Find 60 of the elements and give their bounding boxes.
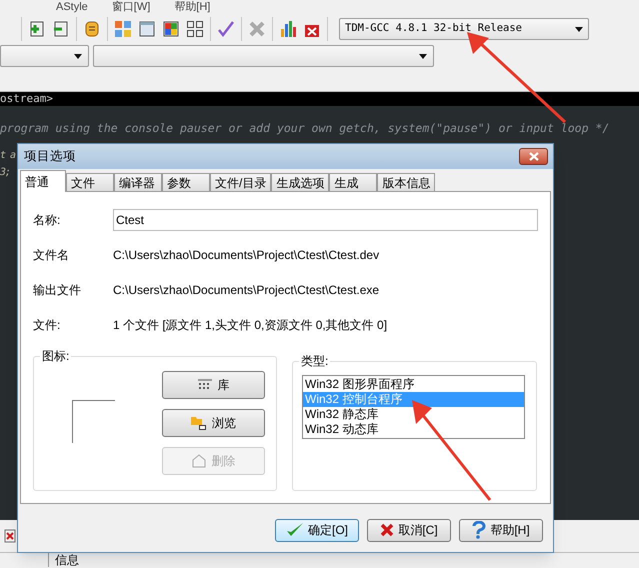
- remove-file-icon[interactable]: [52, 20, 70, 38]
- dialog-tab[interactable]: 版本信息: [377, 173, 436, 192]
- house-icon: [192, 454, 206, 468]
- dialog-tab[interactable]: 生成选项: [271, 173, 330, 192]
- field-label: 文件名: [33, 246, 70, 264]
- field-value: 1 个文件 [源文件 1,头文件 0,资源文件 0,其他文件 0]: [113, 316, 388, 334]
- cancel-button[interactable]: 取消[C]: [367, 518, 451, 542]
- window-icon[interactable]: [138, 20, 156, 38]
- caret-icon: [575, 26, 583, 32]
- group-title: 类型:: [299, 354, 330, 368]
- checkmark-icon[interactable]: [217, 20, 235, 38]
- grid-icon: [198, 379, 212, 391]
- tiles-icon[interactable]: [114, 20, 132, 38]
- menu-item[interactable]: 窗口[W]: [112, 0, 150, 14]
- dialog-tab[interactable]: 文件: [66, 173, 114, 192]
- field-label: 输出文件: [33, 282, 82, 298]
- dropdown[interactable]: [0, 45, 89, 67]
- bar-chart-icon[interactable]: [279, 20, 297, 38]
- question-mark-icon: [472, 521, 486, 539]
- dropdown[interactable]: [93, 45, 434, 67]
- field-label: 名称:: [33, 212, 62, 228]
- library-button[interactable]: 库: [162, 371, 265, 399]
- scroll-icon[interactable]: [83, 20, 101, 38]
- code-line: 3;: [0, 166, 10, 179]
- menu-item[interactable]: 帮助[H]: [174, 0, 210, 14]
- icon-preview: [72, 400, 115, 443]
- error-icon[interactable]: [4, 529, 16, 543]
- menu-item[interactable]: AStyle: [56, 0, 88, 14]
- ok-button[interactable]: 确定[O]: [275, 518, 359, 542]
- close-button[interactable]: [519, 148, 548, 165]
- caret-icon: [74, 54, 82, 58]
- field-value: C:\Users\zhao\Documents\Project\Ctest\Ctest.exe: [113, 282, 380, 298]
- dialog-tab[interactable]: 生成: [329, 173, 378, 192]
- code-line: t a: [0, 149, 16, 162]
- file-tab[interactable]: ostream>: [0, 92, 53, 106]
- checkmark-icon: [286, 522, 304, 538]
- help-button[interactable]: 帮助[H]: [459, 518, 543, 542]
- list-item[interactable]: Win32 静态库: [303, 407, 524, 422]
- dialog-tab[interactable]: 编译器: [114, 173, 162, 192]
- compiler-dropdown[interactable]: TDM-GCC 4.8.1 32-bit Release: [339, 18, 589, 40]
- close-icon: [380, 523, 394, 537]
- caret-icon: [419, 54, 427, 58]
- browse-button[interactable]: 浏览: [162, 409, 265, 437]
- field-value: C:\Users\zhao\Documents\Project\Ctest\Ctest.dev: [113, 246, 380, 264]
- dialog-tab[interactable]: 文件/目录: [210, 173, 272, 192]
- folder-icon: [191, 416, 206, 430]
- dialog-tab[interactable]: 普通: [20, 170, 66, 192]
- color-grid-icon[interactable]: [162, 20, 180, 38]
- type-list[interactable]: Win32 图形界面程序 Win32 控制台程序 Win32 静态库 Win32 动态库: [302, 375, 525, 439]
- list-item[interactable]: Win32 图形界面程序: [303, 377, 524, 392]
- group-title: 图标:: [40, 349, 72, 363]
- code-line: program using the console pauser or add your own getch, system("pause") or input loop */: [0, 122, 610, 135]
- add-file-icon[interactable]: [28, 20, 46, 38]
- close-icon: [528, 152, 538, 161]
- four-squares-icon[interactable]: [186, 20, 204, 38]
- window-title: 项目选项: [24, 148, 76, 166]
- name-field[interactable]: Ctest: [113, 208, 538, 230]
- list-item[interactable]: Win32 动态库: [303, 422, 524, 437]
- dialog-tab[interactable]: 参数: [162, 173, 210, 192]
- field-label: 文件:: [33, 316, 62, 334]
